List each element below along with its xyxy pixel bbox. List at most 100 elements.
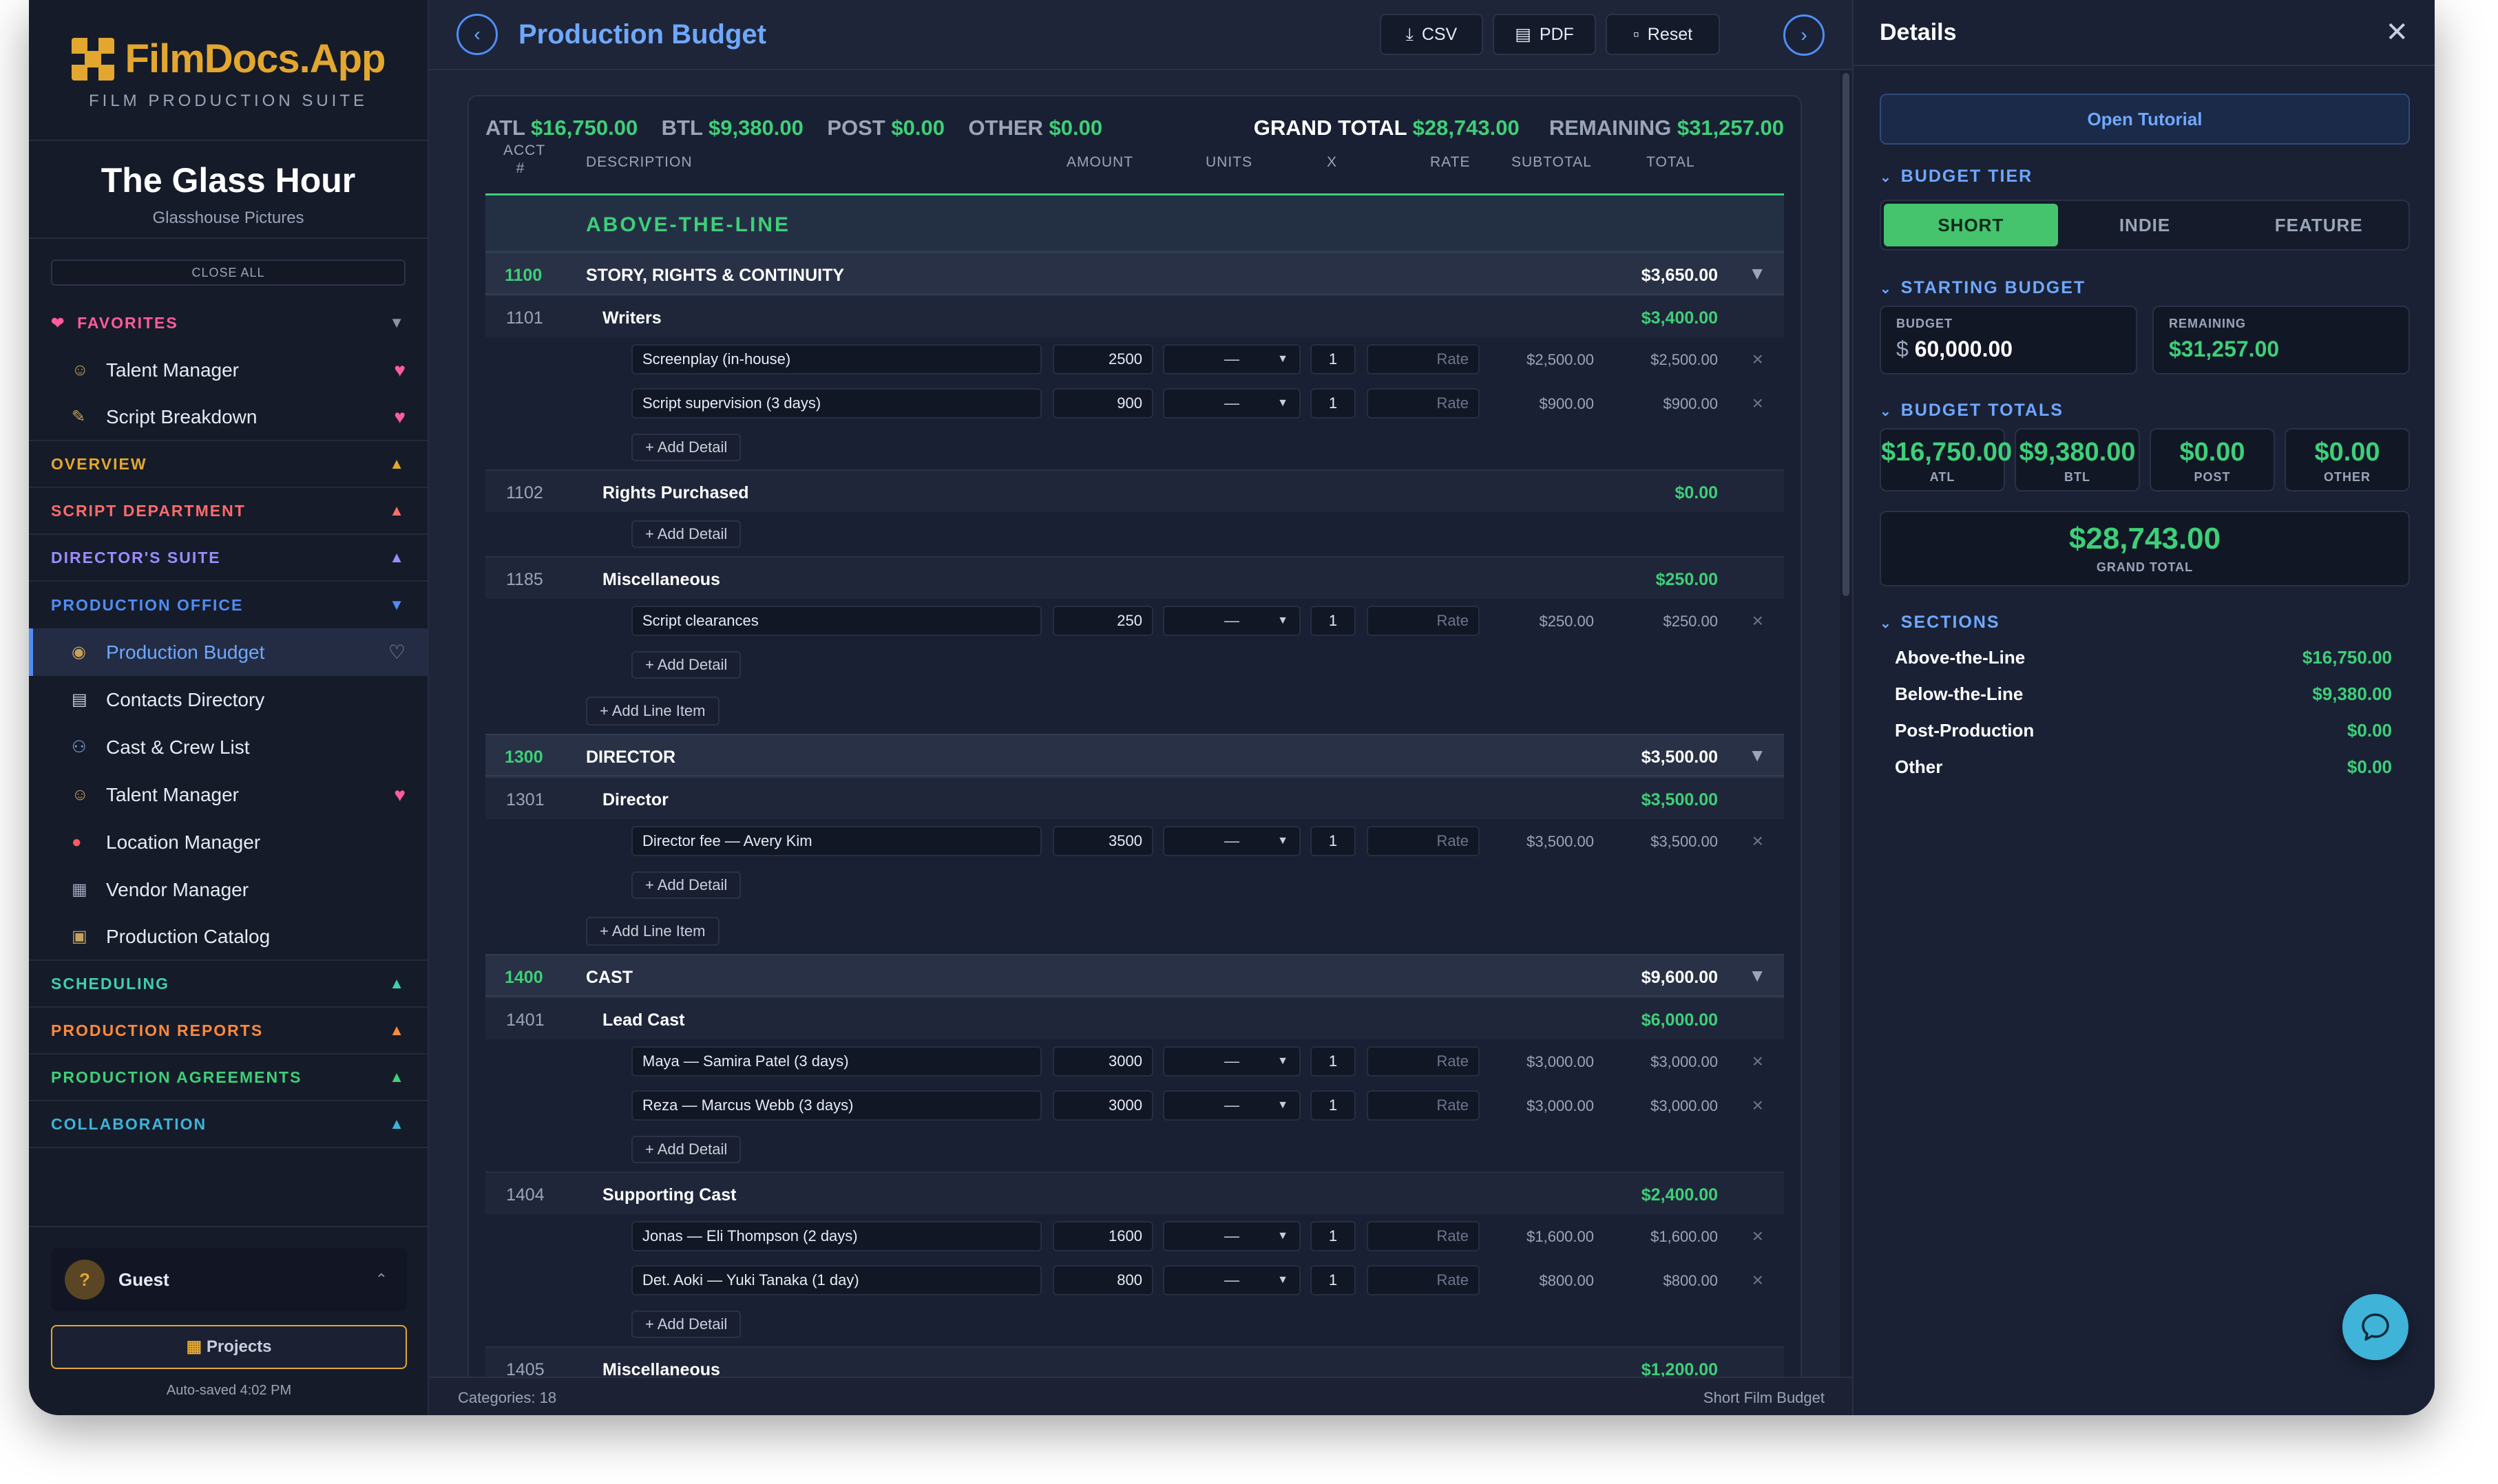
units-select[interactable]: — <box>1163 1046 1301 1077</box>
delete-icon[interactable]: × <box>1752 830 1763 852</box>
chat-button[interactable] <box>2342 1294 2408 1360</box>
sidebar-item-vendor-manager[interactable]: ▦ Vendor Manager <box>29 866 428 913</box>
detail-description-input[interactable]: Script clearances <box>631 606 1042 636</box>
detail-amount-input[interactable]: 250 <box>1053 606 1153 636</box>
detail-amount-input[interactable]: 3000 <box>1053 1046 1153 1077</box>
add-detail-button[interactable]: + Add Detail <box>631 434 742 461</box>
nav-section-directors-suite[interactable]: DIRECTOR'S SUITE ▲ <box>29 535 428 582</box>
tier-short[interactable]: SHORT <box>1884 204 2058 246</box>
detail-description-input[interactable]: Det. Aoki — Yuki Tanaka (1 day) <box>631 1265 1042 1295</box>
units-select[interactable]: — <box>1163 1221 1301 1251</box>
rate-input[interactable]: Rate <box>1367 1046 1480 1077</box>
reset-button[interactable]: ▫ Reset <box>1606 14 1720 55</box>
sidebar-item-production-catalog[interactable]: ▣ Production Catalog <box>29 913 428 961</box>
delete-icon[interactable]: × <box>1752 610 1763 632</box>
detail-amount-input[interactable]: 800 <box>1053 1265 1153 1295</box>
detail-description-input[interactable]: Reza — Marcus Webb (3 days) <box>631 1090 1042 1121</box>
rate-input[interactable]: Rate <box>1367 1090 1480 1121</box>
forward-button[interactable]: › <box>1783 14 1825 56</box>
detail-amount-input[interactable]: 2500 <box>1053 344 1153 374</box>
delete-icon[interactable]: × <box>1752 1050 1763 1072</box>
units-select[interactable]: — <box>1163 1090 1301 1121</box>
nav-section-scheduling[interactable]: SCHEDULING ▲ <box>29 961 428 1008</box>
nav-section-collaboration[interactable]: COLLABORATION ▲ <box>29 1101 428 1148</box>
add-detail-button[interactable]: + Add Detail <box>631 651 742 679</box>
detail-amount-input[interactable]: 3500 <box>1053 826 1153 856</box>
category-row[interactable]: 1100 STORY, RIGHTS & CONTINUITY $3,650.0… <box>485 252 1784 295</box>
open-tutorial-button[interactable]: Open Tutorial <box>1880 94 2410 145</box>
budget-input-box[interactable]: BUDGET $ 60,000.00 <box>1880 306 2137 374</box>
add-detail-button[interactable]: + Add Detail <box>631 1136 742 1163</box>
sidebar-item-contacts-directory[interactable]: ▤ Contacts Directory <box>29 676 428 723</box>
delete-icon[interactable]: × <box>1752 392 1763 414</box>
nav-section-production-reports[interactable]: PRODUCTION REPORTS ▲ <box>29 1008 428 1054</box>
budget-totals-heading[interactable]: ⌄ BUDGET TOTALS <box>1880 401 2064 421</box>
sidebar-item-location-manager[interactable]: ● Location Manager <box>29 818 428 866</box>
sidebar-item-talent-manager-office[interactable]: ☺ Talent Manager ♥ <box>29 771 428 818</box>
nav-section-production-office[interactable]: PRODUCTION OFFICE ▼ <box>29 582 428 628</box>
projects-button[interactable]: ▦ Projects <box>51 1325 407 1369</box>
detail-description-input[interactable]: Script supervision (3 days) <box>631 388 1042 418</box>
multiplier-input[interactable]: 1 <box>1310 1046 1356 1077</box>
sidebar-item-cast-crew-list[interactable]: ⚇ Cast & Crew List <box>29 723 428 771</box>
tier-indie[interactable]: INDIE <box>2058 204 2232 246</box>
delete-icon[interactable]: × <box>1752 348 1763 370</box>
detail-amount-input[interactable]: 3000 <box>1053 1090 1153 1121</box>
add-detail-button[interactable]: + Add Detail <box>631 1311 742 1338</box>
detail-description-input[interactable]: Screenplay (in-house) <box>631 344 1042 374</box>
heart-outline-icon[interactable]: ♡ <box>388 641 406 664</box>
sidebar-item-script-breakdown[interactable]: ✎ Script Breakdown ♥ <box>29 394 428 441</box>
collapse-caret-icon[interactable]: ▼ <box>1748 965 1766 986</box>
sidebar-item-production-budget[interactable]: ◉ Production Budget ♡ <box>29 628 428 676</box>
add-detail-button[interactable]: + Add Detail <box>631 871 742 899</box>
rate-input[interactable]: Rate <box>1367 1265 1480 1295</box>
detail-description-input[interactable]: Director fee — Avery Kim <box>631 826 1042 856</box>
collapse-caret-icon[interactable]: ▼ <box>1748 745 1766 766</box>
units-select[interactable]: — <box>1163 388 1301 418</box>
vertical-scrollbar[interactable] <box>1840 70 1852 1377</box>
budget-scroll-area[interactable]: ATL $16,750.00 BTL $9,380.00 POST $0.00 … <box>429 70 1852 1377</box>
multiplier-input[interactable]: 1 <box>1310 1090 1356 1121</box>
close-all-button[interactable]: CLOSE ALL <box>51 259 406 286</box>
sidebar-item-talent-manager[interactable]: ☺ Talent Manager ♥ <box>29 346 428 394</box>
back-button[interactable]: ‹ <box>456 14 498 55</box>
csv-button[interactable]: ⤓ CSV <box>1380 14 1483 55</box>
multiplier-input[interactable]: 1 <box>1310 606 1356 636</box>
tier-feature[interactable]: FEATURE <box>2232 204 2406 246</box>
delete-icon[interactable]: × <box>1752 1269 1763 1291</box>
units-select[interactable]: — <box>1163 826 1301 856</box>
add-detail-button[interactable]: + Add Detail <box>631 520 742 548</box>
add-line-item-button[interactable]: + Add Line Item <box>586 917 720 946</box>
close-icon[interactable]: ✕ <box>2385 17 2408 48</box>
units-select[interactable]: — <box>1163 1265 1301 1295</box>
pdf-button[interactable]: ▤ PDF <box>1493 14 1596 55</box>
category-row[interactable]: 1300 DIRECTOR $3,500.00 ▼ <box>485 734 1784 776</box>
add-line-item-button[interactable]: + Add Line Item <box>586 697 720 725</box>
nav-section-favorites[interactable]: ❤ FAVORITES ▼ <box>29 299 428 346</box>
heart-icon[interactable]: ♥ <box>394 784 406 806</box>
category-row[interactable]: 1400 CAST $9,600.00 ▼ <box>485 954 1784 997</box>
units-select[interactable]: — <box>1163 344 1301 374</box>
detail-amount-input[interactable]: 1600 <box>1053 1221 1153 1251</box>
multiplier-input[interactable]: 1 <box>1310 344 1356 374</box>
rate-input[interactable]: Rate <box>1367 826 1480 856</box>
budget-tier-heading[interactable]: ⌄ BUDGET TIER <box>1880 167 2033 187</box>
multiplier-input[interactable]: 1 <box>1310 388 1356 418</box>
detail-description-input[interactable]: Jonas — Eli Thompson (2 days) <box>631 1221 1042 1251</box>
multiplier-input[interactable]: 1 <box>1310 1221 1356 1251</box>
delete-icon[interactable]: × <box>1752 1094 1763 1116</box>
heart-icon[interactable]: ♥ <box>394 406 406 428</box>
rate-input[interactable]: Rate <box>1367 344 1480 374</box>
multiplier-input[interactable]: 1 <box>1310 1265 1356 1295</box>
rate-input[interactable]: Rate <box>1367 1221 1480 1251</box>
multiplier-input[interactable]: 1 <box>1310 826 1356 856</box>
detail-amount-input[interactable]: 900 <box>1053 388 1153 418</box>
sections-heading[interactable]: ⌄ SECTIONS <box>1880 613 2000 633</box>
nav-section-production-agreements[interactable]: PRODUCTION AGREEMENTS ▲ <box>29 1054 428 1101</box>
scrollbar-thumb[interactable] <box>1843 73 1849 596</box>
rate-input[interactable]: Rate <box>1367 606 1480 636</box>
delete-icon[interactable]: × <box>1752 1225 1763 1247</box>
nav-section-overview[interactable]: OVERVIEW ▲ <box>29 441 428 488</box>
detail-description-input[interactable]: Maya — Samira Patel (3 days) <box>631 1046 1042 1077</box>
rate-input[interactable]: Rate <box>1367 388 1480 418</box>
